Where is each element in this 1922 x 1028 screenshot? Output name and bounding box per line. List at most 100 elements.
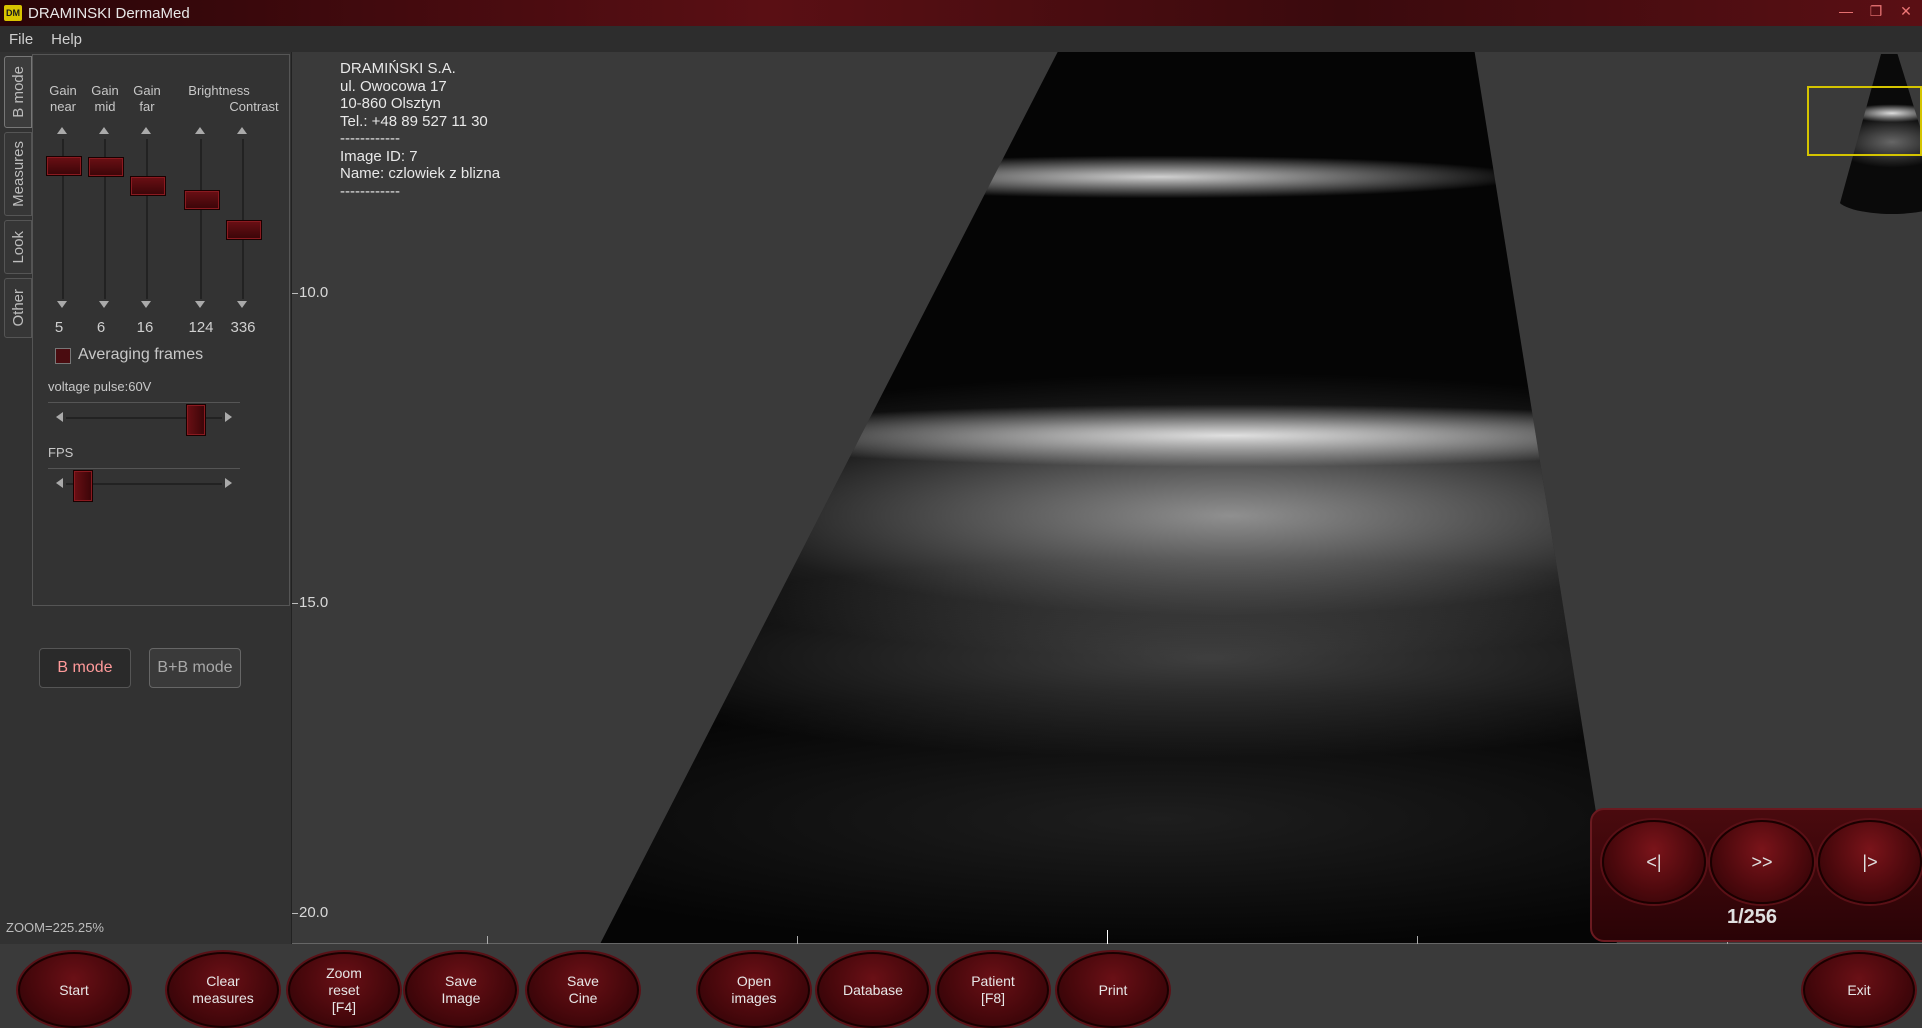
- database-button[interactable]: Database: [817, 952, 929, 1028]
- gain-near-slider[interactable]: 5: [45, 125, 82, 365]
- info-line: Name: czlowiek z blizna: [340, 165, 501, 182]
- brightness-slider[interactable]: 124: [183, 125, 220, 365]
- slider-thumb[interactable]: [130, 175, 166, 196]
- depth-label: 20.0: [299, 904, 329, 921]
- arrow-up-icon[interactable]: [141, 127, 151, 134]
- tab-label: Look: [9, 230, 27, 264]
- frame-counter: 1/256: [1727, 906, 1778, 928]
- slider-label-gain-mid: Gain mid: [91, 83, 119, 114]
- patient-button[interactable]: Patient [F8]: [937, 952, 1049, 1028]
- arrow-down-icon[interactable]: [99, 301, 109, 308]
- scale-tick: [1417, 936, 1418, 944]
- arrow-right-icon[interactable]: [225, 478, 232, 488]
- slider-thumb[interactable]: [46, 156, 82, 177]
- arrow-down-icon[interactable]: [57, 301, 67, 308]
- close-icon[interactable]: ✕: [1896, 2, 1916, 20]
- gain-mid-slider[interactable]: 6: [87, 125, 124, 365]
- open-images-button[interactable]: Open images: [698, 952, 810, 1028]
- tab-label: B mode: [9, 66, 27, 118]
- depth-tick: [292, 913, 298, 914]
- slider-thumb[interactable]: [186, 404, 207, 436]
- tab-label: Measures: [9, 141, 27, 207]
- arrow-right-icon[interactable]: [225, 412, 232, 422]
- clear-measures-button[interactable]: Clear measures: [167, 952, 279, 1028]
- slider-value: 6: [96, 319, 106, 336]
- slider-thumb[interactable]: [72, 470, 93, 502]
- zoom-level: ZOOM=225.25%: [6, 920, 104, 935]
- maximize-icon[interactable]: ❐: [1866, 2, 1886, 20]
- slider-value: 124: [188, 319, 214, 336]
- fps-label: FPS: [48, 445, 74, 460]
- cine-controls: <| >> |> 1/256: [1590, 808, 1922, 942]
- voltage-pulse-slider[interactable]: [48, 404, 240, 436]
- divider: [48, 468, 240, 469]
- contrast-slider[interactable]: 336: [225, 125, 262, 365]
- zoom-reset-button[interactable]: Zoom reset [F4]: [288, 952, 400, 1028]
- slider-label-gain-far: Gain far: [133, 83, 161, 114]
- tab-label: Other: [9, 289, 27, 327]
- cine-play-button[interactable]: >>: [1710, 820, 1814, 904]
- depth-tick: [292, 603, 298, 604]
- title-bar: DM DRAMINSKI DermaMed — ❐ ✕: [0, 0, 1922, 26]
- arrow-down-icon[interactable]: [237, 301, 247, 308]
- cine-next-button[interactable]: |>: [1818, 820, 1922, 904]
- info-line: 10-860 Olsztyn: [340, 95, 441, 112]
- arrow-down-icon[interactable]: [141, 301, 151, 308]
- fps-slider[interactable]: [48, 470, 240, 502]
- gain-far-slider[interactable]: 16: [129, 125, 166, 365]
- slider-thumb[interactable]: [184, 190, 220, 211]
- menu-file[interactable]: File: [0, 31, 42, 48]
- tab-b-mode[interactable]: B mode: [4, 56, 32, 128]
- menu-help[interactable]: Help: [42, 31, 91, 48]
- viewport-indicator[interactable]: [1807, 86, 1922, 156]
- arrow-left-icon[interactable]: [56, 412, 63, 422]
- arrow-up-icon[interactable]: [99, 127, 109, 134]
- averaging-frames-label: Averaging frames: [78, 346, 204, 363]
- bottom-toolbar: Start Clear measures Zoom reset [F4] Sav…: [0, 944, 1922, 1028]
- minimize-icon[interactable]: —: [1836, 2, 1856, 20]
- depth-tick: [292, 293, 298, 294]
- info-overlay: DRAMIŃSKI S.A. ul. Owocowa 17 10-860 Ols…: [340, 60, 500, 200]
- info-line: ul. Owocowa 17: [340, 77, 447, 95]
- arrow-down-icon[interactable]: [195, 301, 205, 308]
- arrow-up-icon[interactable]: [195, 127, 205, 134]
- save-image-button[interactable]: Save Image: [405, 952, 517, 1028]
- app-logo-icon: DM: [4, 5, 22, 21]
- cine-prev-button[interactable]: <|: [1602, 820, 1706, 904]
- depth-label: 15.0: [299, 594, 329, 611]
- window-title: DRAMINSKI DermaMed: [28, 4, 190, 22]
- start-button[interactable]: Start: [18, 952, 130, 1028]
- b-plus-b-mode-button[interactable]: B+B mode: [149, 648, 241, 688]
- slider-thumb[interactable]: [226, 219, 262, 240]
- info-line: Tel.: +48 89 527 11 30: [340, 112, 488, 130]
- slider-value: 336: [230, 319, 256, 336]
- scale-tick: [487, 936, 488, 944]
- b-mode-button[interactable]: B mode: [39, 648, 131, 688]
- exit-button[interactable]: Exit: [1803, 952, 1915, 1028]
- left-panel: B mode Measures Look Other Gain near Gai…: [0, 52, 292, 944]
- slider-value: 5: [54, 319, 64, 336]
- window-controls: — ❐ ✕: [1836, 2, 1916, 20]
- menu-bar: File Help: [0, 26, 1922, 52]
- print-button[interactable]: Print: [1057, 952, 1169, 1028]
- tab-measures[interactable]: Measures: [4, 132, 32, 216]
- arrow-up-icon[interactable]: [57, 127, 67, 134]
- slider-label-contrast: Contrast: [229, 99, 279, 114]
- arrow-up-icon[interactable]: [237, 127, 247, 134]
- slider-thumb[interactable]: [88, 157, 124, 178]
- slider-value: 16: [136, 319, 154, 336]
- scale-tick: [797, 936, 798, 944]
- info-line: ------------: [340, 182, 400, 200]
- slider-track: [200, 139, 202, 299]
- tab-look[interactable]: Look: [4, 220, 32, 274]
- arrow-left-icon[interactable]: [56, 478, 63, 488]
- vertical-tabs: B mode Measures Look Other: [4, 56, 32, 342]
- voltage-pulse-label: voltage pulse:60V: [48, 379, 152, 394]
- ultrasound-image: [600, 52, 1617, 944]
- tab-other[interactable]: Other: [4, 278, 32, 338]
- averaging-frames-checkbox[interactable]: [55, 348, 71, 364]
- save-cine-button[interactable]: Save Cine: [527, 952, 639, 1028]
- b-mode-controls: Gain near Gain mid Gain far Brightness C…: [32, 54, 290, 606]
- info-line: Image ID: 7: [340, 147, 418, 165]
- overview-thumbnail[interactable]: [1807, 52, 1922, 222]
